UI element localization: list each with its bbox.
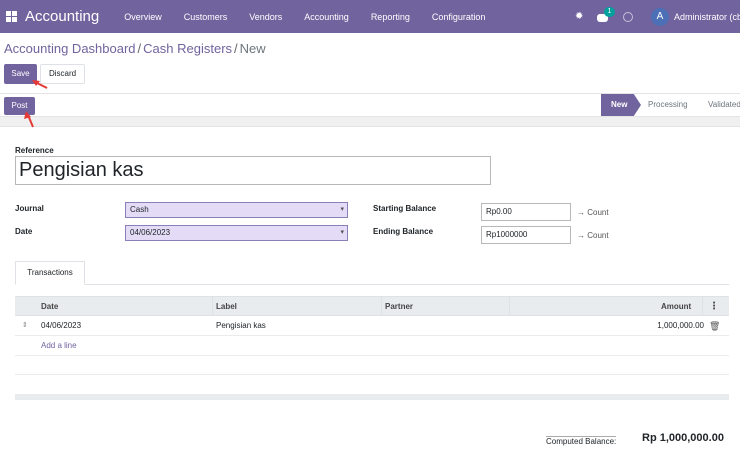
computed-balance-value: Rp 1,000,000.00: [642, 432, 724, 444]
nav-reporting[interactable]: Reporting: [371, 12, 410, 22]
user-menu[interactable]: Administrator (cb: [674, 12, 740, 22]
stage-processing[interactable]: Processing: [648, 94, 698, 116]
navbar-systray: ✹ 1 A Administrator (cb: [575, 0, 740, 33]
activity-clock-icon[interactable]: [623, 11, 633, 22]
breadcrumb-accounting-dashboard[interactable]: Accounting Dashboard: [4, 41, 136, 56]
stage-new[interactable]: New: [601, 94, 641, 116]
starting-count-link[interactable]: → Count: [577, 208, 609, 217]
tabs-divider: [15, 284, 729, 285]
column-options-icon[interactable]: ⋮: [709, 297, 719, 316]
column-divider: [702, 297, 703, 316]
ending-balance-label: Ending Balance: [373, 227, 434, 236]
column-divider: [509, 297, 510, 316]
column-amount[interactable]: Amount: [661, 297, 691, 316]
column-partner[interactable]: Partner: [385, 297, 413, 316]
ending-balance-input[interactable]: Rp1000000: [481, 226, 571, 244]
chat-badge: 1: [604, 6, 615, 17]
starting-balance-input[interactable]: Rp0.00: [481, 203, 571, 221]
starting-balance-label: Starting Balance: [373, 204, 437, 213]
date-label: Date: [15, 227, 33, 236]
nav-customers[interactable]: Customers: [184, 12, 228, 22]
count-label: Count: [587, 231, 609, 240]
column-label[interactable]: Label: [216, 297, 237, 316]
debug-bug-icon[interactable]: ✹: [575, 11, 585, 22]
sheet-background: [0, 117, 740, 127]
annotation-arrow-save: [32, 80, 48, 89]
status-bar: Post New Processing Validated: [0, 93, 740, 117]
apps-menu-icon[interactable]: [6, 11, 17, 22]
column-divider: [212, 297, 213, 316]
empty-row-divider: [15, 355, 729, 356]
column-date[interactable]: Date: [41, 297, 58, 316]
trash-icon[interactable]: 🗑: [709, 316, 720, 336]
journal-label: Journal: [15, 204, 44, 213]
chevron-down-icon: ▾: [340, 206, 344, 213]
date-field[interactable]: 04/06/2023 ▾: [125, 225, 348, 241]
add-line-link[interactable]: Add a line: [41, 341, 77, 350]
chat-icon[interactable]: 1: [597, 6, 615, 22]
row-date[interactable]: 04/06/2023: [41, 316, 81, 336]
ending-count-link[interactable]: → Count: [577, 231, 609, 240]
reference-input[interactable]: Pengisian kas: [15, 156, 491, 185]
avatar[interactable]: A: [651, 7, 669, 26]
nav-accounting[interactable]: Accounting: [304, 12, 349, 22]
journal-value: Cash: [130, 205, 149, 214]
breadcrumb: Accounting Dashboard / Cash Registers / New: [4, 41, 266, 56]
nav-overview[interactable]: Overview: [124, 12, 162, 22]
empty-row-divider: [15, 374, 729, 375]
reference-label: Reference: [15, 146, 54, 155]
date-value: 04/06/2023: [130, 228, 171, 237]
breadcrumb-current: New: [239, 41, 266, 56]
top-navbar: Accounting Overview Customers Vendors Ac…: [0, 0, 740, 33]
nav-vendors[interactable]: Vendors: [249, 12, 282, 22]
count-label: Count: [587, 208, 609, 217]
breadcrumb-separator: /: [234, 41, 238, 56]
annotation-arrow-post: [24, 111, 34, 128]
drag-handle-icon[interactable]: ⇕: [22, 316, 28, 336]
column-divider: [381, 297, 382, 316]
table-row[interactable]: ⇕ 04/06/2023 Pengisian kas 1,000,000.00 …: [15, 316, 729, 336]
row-amount[interactable]: 1,000,000.00: [625, 316, 704, 336]
table-footer: [15, 394, 729, 400]
computed-balance-label: Computed Balance:: [546, 436, 617, 446]
table-header: Date Label Partner Amount ⋮: [15, 296, 729, 316]
app-brand[interactable]: Accounting: [25, 8, 99, 25]
stage-validated[interactable]: Validated: [708, 94, 740, 116]
journal-select[interactable]: Cash ▾: [125, 202, 348, 218]
breadcrumb-separator: /: [137, 41, 142, 56]
row-label[interactable]: Pengisian kas: [216, 316, 266, 336]
chevron-down-icon: ▾: [340, 229, 344, 236]
tab-transactions[interactable]: Transactions: [15, 261, 85, 285]
nav-configuration[interactable]: Configuration: [432, 12, 486, 22]
breadcrumb-cash-registers[interactable]: Cash Registers: [143, 41, 232, 56]
